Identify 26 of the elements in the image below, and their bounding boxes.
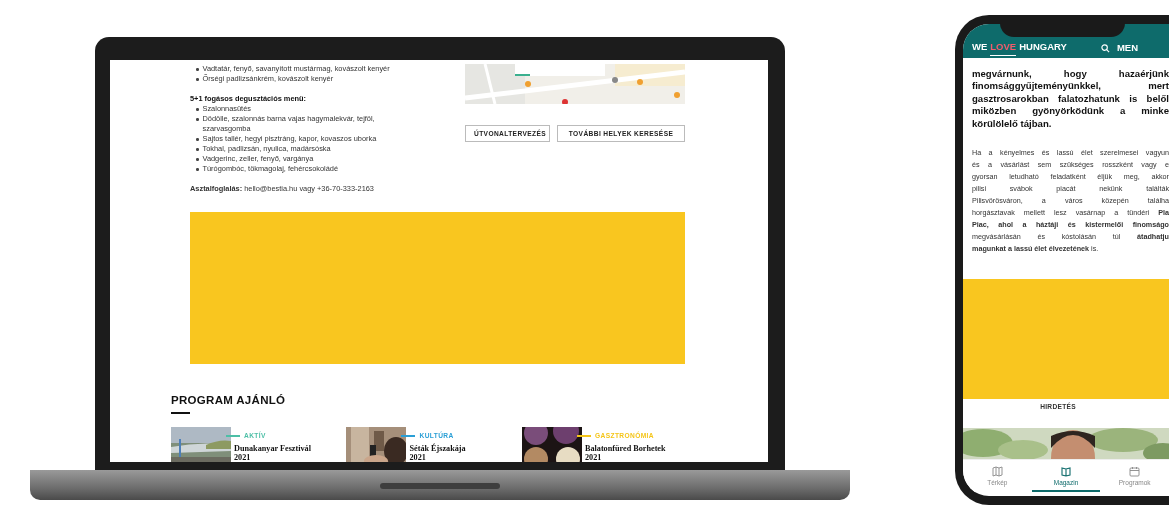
logo-word: HUNGARY	[1019, 39, 1067, 54]
map-icon	[991, 465, 1003, 477]
calendar-icon	[1129, 465, 1141, 477]
logo-word: WE	[972, 39, 988, 54]
paragraph-line: finomsággyűjteményünkkel, mert	[972, 80, 1169, 93]
program-title[interactable]: Dunakanyar Fesztivál 2021	[234, 444, 311, 462]
paragraph-line: megvárnunk, hogy hazaérjünk	[972, 68, 1169, 81]
bullet-icon	[196, 138, 199, 141]
paragraph-line: gasztrosarokban falatozhatunk is belől	[972, 92, 1169, 106]
book-icon	[1060, 465, 1072, 477]
bullet-icon	[196, 118, 199, 121]
section-title: PROGRAM AJÁNLÓ	[171, 393, 287, 408]
paragraph-line: miközben gyönyörködünk a minke	[972, 105, 1169, 118]
bullet-icon	[196, 158, 199, 161]
bullet-icon	[196, 108, 199, 111]
logo-word: LOVE	[990, 39, 1017, 57]
program-title[interactable]: Séták Éjszakája 2021	[409, 444, 466, 462]
bullet-icon	[196, 78, 199, 81]
bullet-icon	[196, 148, 199, 151]
menu-button[interactable]: MEN	[1116, 40, 1138, 56]
paragraph-line: körülölelő tájban.	[972, 117, 1053, 131]
bullet-icon	[196, 68, 199, 71]
search-icon[interactable]	[1100, 43, 1110, 53]
title-underline	[171, 412, 190, 415]
bullet-icon	[196, 168, 199, 171]
program-title[interactable]: Balatonfüred Borhetek 2021	[584, 444, 666, 462]
